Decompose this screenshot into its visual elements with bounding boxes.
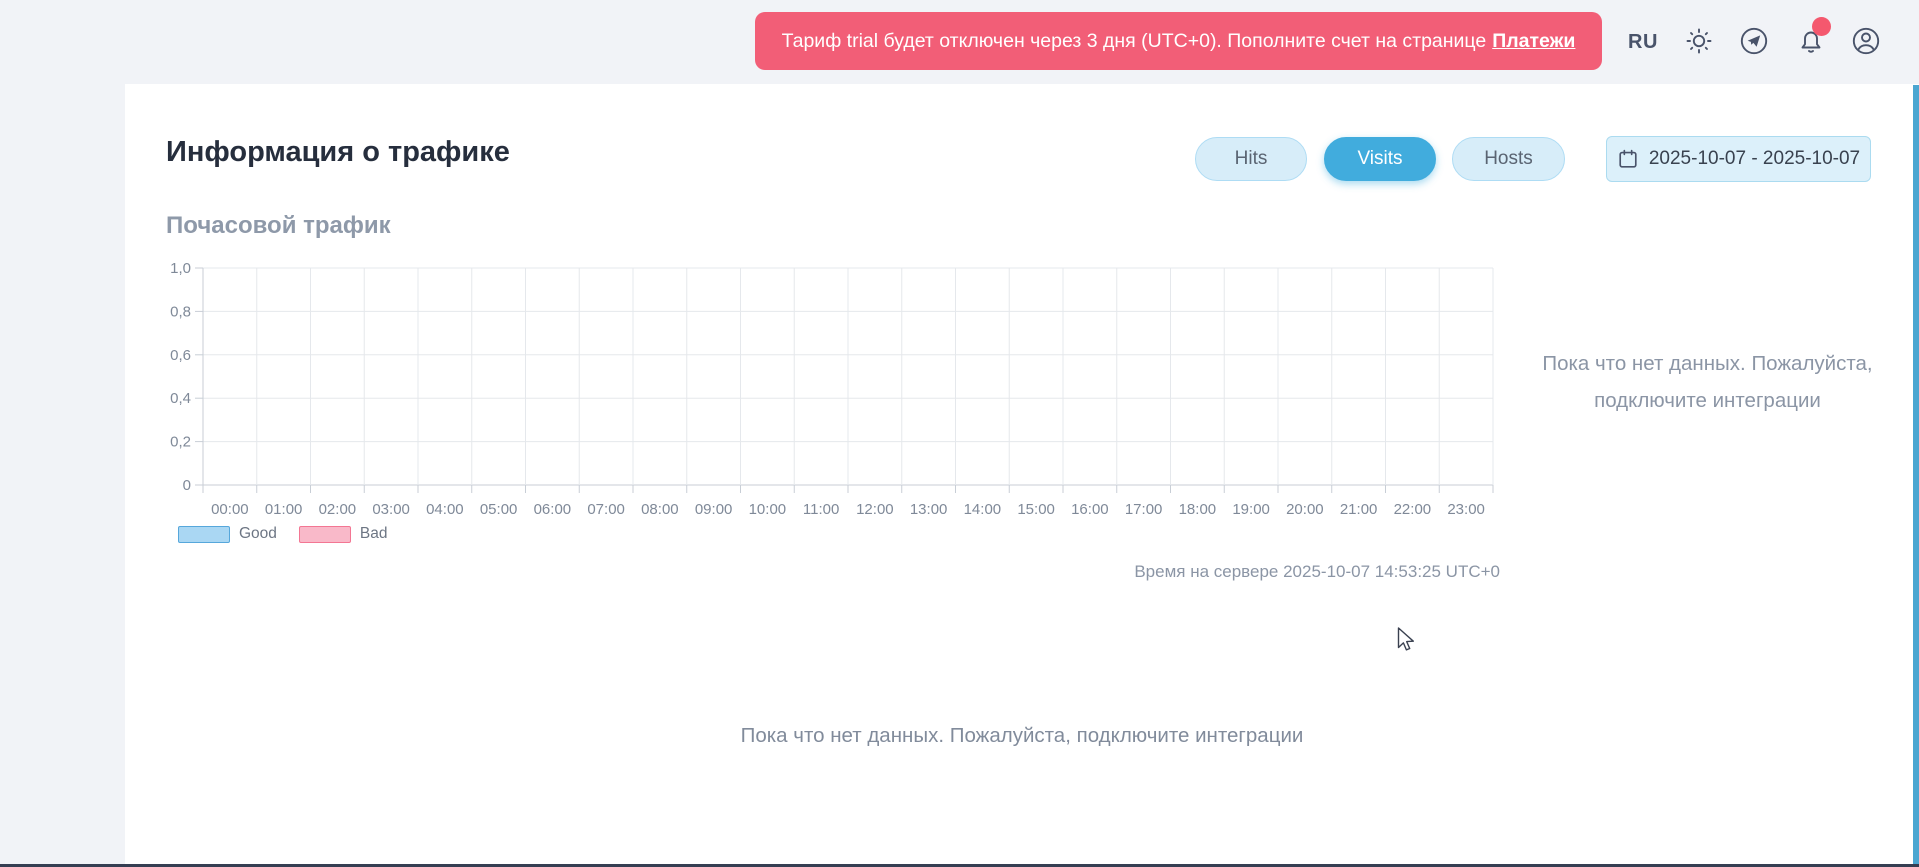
legend-swatch <box>178 526 230 543</box>
svg-text:19:00: 19:00 <box>1232 501 1270 518</box>
language-selector[interactable]: RU <box>1628 0 1658 84</box>
sidebar <box>0 0 125 864</box>
chart-section-title: Почасовой трафик <box>166 212 391 240</box>
svg-text:03:00: 03:00 <box>372 501 410 518</box>
trial-warning-banner: Тариф trial будет отключен через 3 дня (… <box>755 12 1602 70</box>
svg-text:12:00: 12:00 <box>856 501 894 518</box>
svg-text:07:00: 07:00 <box>587 501 625 518</box>
svg-text:11:00: 11:00 <box>803 501 839 518</box>
svg-text:18:00: 18:00 <box>1179 501 1217 518</box>
legend-item-bad[interactable]: Bad <box>299 525 388 543</box>
profile-icon[interactable] <box>1851 26 1881 56</box>
chart-legend: Good Bad <box>178 525 388 543</box>
svg-text:17:00: 17:00 <box>1125 501 1163 518</box>
legend-label: Bad <box>360 525 388 543</box>
server-time-label: Время на сервере 2025-10-07 14:53:25 UTC… <box>1000 562 1500 582</box>
svg-text:0: 0 <box>183 477 191 494</box>
notification-badge <box>1812 17 1831 36</box>
svg-text:21:00: 21:00 <box>1340 501 1378 518</box>
hourly-traffic-chart: 1,0 0,8 0,6 0,4 0,2 0 00:00 01:00 02:00 03:00 04:0… <box>166 255 1526 530</box>
svg-text:10:00: 10:00 <box>749 501 787 518</box>
tab-visits[interactable]: Visits <box>1324 137 1436 181</box>
svg-text:14:00: 14:00 <box>964 501 1002 518</box>
payments-link[interactable]: Платежи <box>1492 30 1575 53</box>
svg-text:16:00: 16:00 <box>1071 501 1109 518</box>
legend-label: Good <box>239 525 277 543</box>
calendar-icon <box>1617 148 1639 170</box>
svg-text:13:00: 13:00 <box>910 501 948 518</box>
bottom-no-data-message: Пока что нет данных. Пожалуйста, подключ… <box>125 724 1919 748</box>
telegram-icon[interactable] <box>1739 26 1769 56</box>
legend-swatch <box>299 526 351 543</box>
date-range-picker[interactable]: 2025-10-07 - 2025-10-07 <box>1606 136 1871 182</box>
svg-text:0,8: 0,8 <box>170 303 191 320</box>
legend-item-good[interactable]: Good <box>178 525 277 543</box>
page-title: Информация о трафике <box>166 136 510 169</box>
mouse-cursor <box>1397 627 1419 653</box>
svg-text:1,0: 1,0 <box>170 260 191 277</box>
svg-text:20:00: 20:00 <box>1286 501 1324 518</box>
svg-text:04:00: 04:00 <box>426 501 464 518</box>
tab-hosts[interactable]: Hosts <box>1452 137 1565 181</box>
svg-text:22:00: 22:00 <box>1394 501 1432 518</box>
svg-text:0,2: 0,2 <box>170 434 191 451</box>
chart-no-data-message: Пока что нет данных. Пожалуйста, подключ… <box>1530 345 1885 419</box>
svg-text:08:00: 08:00 <box>641 501 679 518</box>
tab-hits[interactable]: Hits <box>1195 137 1307 181</box>
svg-text:0,4: 0,4 <box>170 390 191 407</box>
svg-text:15:00: 15:00 <box>1017 501 1055 518</box>
svg-text:06:00: 06:00 <box>534 501 572 518</box>
svg-text:23:00: 23:00 <box>1447 501 1485 518</box>
theme-sun-icon[interactable] <box>1684 26 1714 56</box>
date-range-value: 2025-10-07 - 2025-10-07 <box>1649 148 1860 170</box>
svg-text:05:00: 05:00 <box>480 501 518 518</box>
vertical-scrollbar[interactable] <box>1913 85 1919 864</box>
svg-text:02:00: 02:00 <box>319 501 357 518</box>
svg-text:01:00: 01:00 <box>265 501 303 518</box>
svg-text:0,6: 0,6 <box>170 347 191 364</box>
svg-text:00:00: 00:00 <box>211 501 249 518</box>
svg-text:09:00: 09:00 <box>695 501 733 518</box>
banner-text: Тариф trial будет отключен через 3 дня (… <box>782 30 1487 53</box>
